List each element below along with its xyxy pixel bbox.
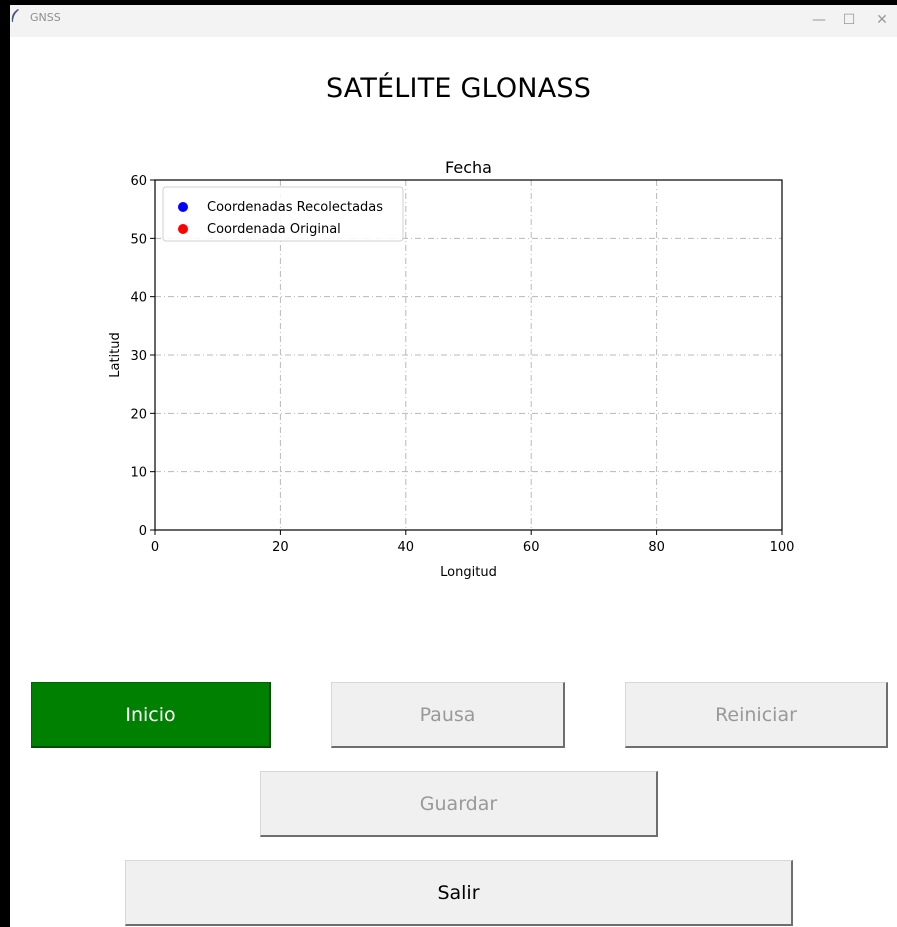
x-tick-label: 60 xyxy=(523,540,540,555)
x-tick-label: 80 xyxy=(648,540,665,555)
scatter-chart: 0 20 40 60 80 100 0 10 20 30 40 50 60 Fecha Longitud La… xyxy=(108,158,795,580)
chart-title: Fecha xyxy=(445,158,492,177)
y-tick-label: 0 xyxy=(139,524,147,539)
y-tick-label: 10 xyxy=(130,466,147,481)
x-tick-label: 100 xyxy=(770,540,795,555)
y-tick-label: 30 xyxy=(130,349,147,364)
x-tick-label: 40 xyxy=(398,540,415,555)
start-button[interactable]: Inicio xyxy=(31,682,271,748)
y-tick-label: 60 xyxy=(130,174,147,189)
pause-button[interactable]: Pausa xyxy=(331,682,565,748)
x-tick-label: 20 xyxy=(272,540,289,555)
x-tick-label: 0 xyxy=(151,540,159,555)
x-axis-label: Longitud xyxy=(440,565,497,580)
exit-button[interactable]: Salir xyxy=(125,860,793,926)
y-tick-label: 20 xyxy=(130,407,147,422)
save-button[interactable]: Guardar xyxy=(260,771,658,837)
legend-marker xyxy=(178,202,188,212)
y-axis-label: Latitud xyxy=(108,332,123,378)
app-window: GNSS — ☐ ✕ SATÉLITE GLONASS 0 20 40 60 80 100… xyxy=(10,5,897,927)
legend-marker xyxy=(178,224,188,234)
legend-label: Coordenadas Recolectadas xyxy=(207,200,383,215)
restart-button[interactable]: Reiniciar xyxy=(625,682,888,748)
y-tick-label: 40 xyxy=(130,291,147,306)
legend-label: Coordenada Original xyxy=(207,222,341,237)
y-tick-label: 50 xyxy=(130,232,147,247)
